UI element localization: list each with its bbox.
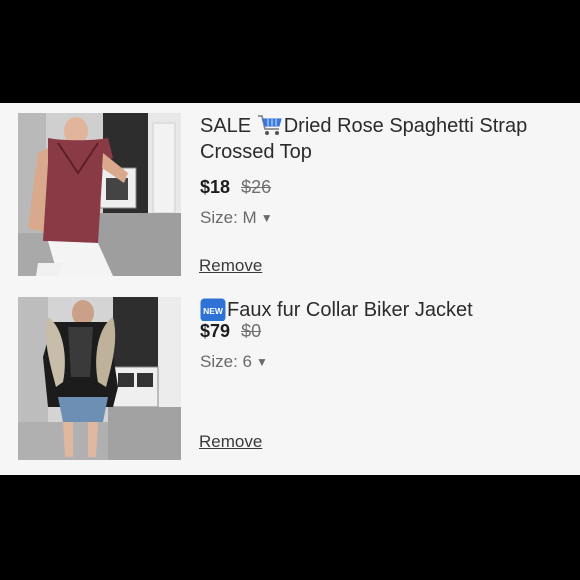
size-label: Size: 6 [200,352,252,371]
sale-label: SALE [200,115,252,137]
shopping-cart-icon [257,115,282,135]
product-thumbnail[interactable] [18,113,181,276]
price-row: $18 $26 [200,177,271,198]
current-price: $18 [200,177,231,197]
size-label: Size: M [200,208,257,227]
caret-down-icon: ▼ [260,211,273,225]
size-selector[interactable]: Size: M ▼ [200,208,273,228]
price-row: $79 $0 [200,321,261,342]
product-title[interactable]: SALE Dried Rose Spaghetti Strap Crossed … [200,113,560,165]
size-selector[interactable]: Size: 6 ▼ [200,352,268,372]
svg-text:NEW: NEW [203,306,224,316]
original-price: $26 [241,177,272,197]
new-badge-icon: NEW [200,298,226,321]
original-price: $0 [241,321,262,341]
cart-panel: SALE Dried Rose Spaghetti Strap Crossed … [0,103,580,475]
caret-down-icon: ▼ [255,355,268,369]
product-name: Faux fur Collar Biker Jacket [227,299,473,321]
remove-button[interactable]: Remove [199,256,262,276]
current-price: $79 [200,321,231,341]
product-thumbnail[interactable] [18,297,181,460]
product-title[interactable]: NEW Faux fur Collar Biker Jacket [200,297,560,323]
remove-button[interactable]: Remove [199,432,262,452]
